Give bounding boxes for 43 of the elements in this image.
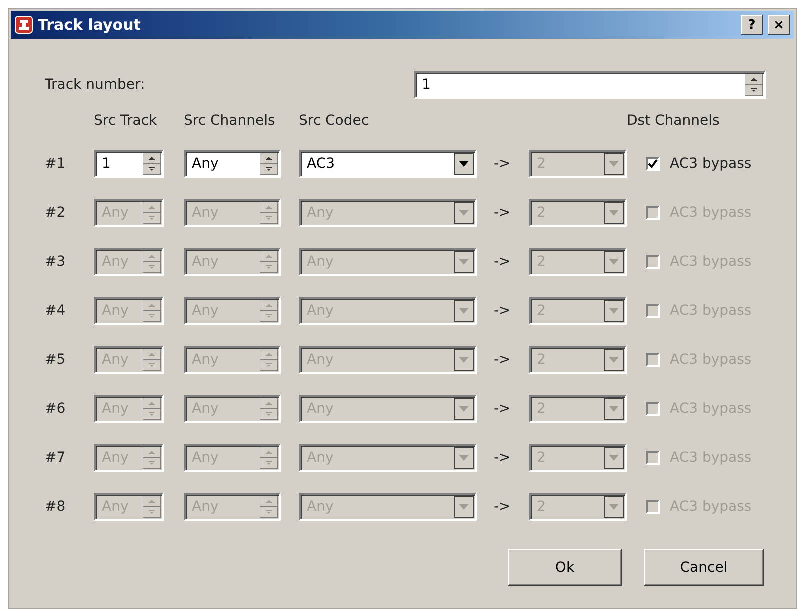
spin-buttons-icon[interactable] [260,348,278,370]
help-button[interactable]: ? [741,15,763,35]
app-icon [15,16,33,34]
window-title: Track layout [38,16,142,34]
spin-buttons-icon[interactable] [260,446,278,468]
track-number-label: Track number: [45,77,146,93]
arrow-text: -> [494,450,512,466]
cancel-button[interactable]: Cancel [644,549,764,586]
arrow-text: -> [494,498,512,514]
arrow-text: -> [494,352,512,368]
spin-buttons-icon[interactable] [143,152,161,174]
row-label: #7 [45,450,67,466]
src-codec-dropdown[interactable]: AC3 [299,150,477,178]
column-header: Src Codec [299,113,370,129]
arrow-text: -> [494,302,512,318]
src-channels-field[interactable]: Any [184,150,281,178]
bypass-label: AC3 bypass [670,156,752,172]
row-label: #8 [45,498,67,514]
row-label: #6 [45,400,67,416]
row-label: #4 [45,302,67,318]
spin-buttons-icon[interactable] [260,496,278,518]
row-label: #2 [45,204,67,220]
row-label: #5 [45,352,67,368]
column-header: Src Channels [184,113,276,129]
row-label: #1 [45,156,67,172]
column-header: Src Track [94,113,158,129]
bypass-checkbox[interactable] [646,156,660,170]
arrow-text: -> [494,400,512,416]
spin-buttons-icon[interactable] [260,250,278,272]
spin-buttons-icon[interactable] [260,152,278,174]
ok-button[interactable]: Ok [508,549,622,586]
track-number-field[interactable]: 1 [414,71,766,99]
arrow-text: -> [494,204,512,220]
arrow-text: -> [494,156,512,172]
arrow-text: -> [494,254,512,270]
spin-buttons-icon[interactable] [260,300,278,322]
row-label: #3 [45,254,67,270]
close-button[interactable]: × [768,15,790,35]
spin-buttons-icon[interactable] [260,398,278,420]
spin-buttons-icon[interactable] [745,74,763,96]
column-header: Dst Channels [627,113,721,129]
src-track-field[interactable]: 1 [94,150,164,178]
spin-buttons-icon[interactable] [260,202,278,224]
